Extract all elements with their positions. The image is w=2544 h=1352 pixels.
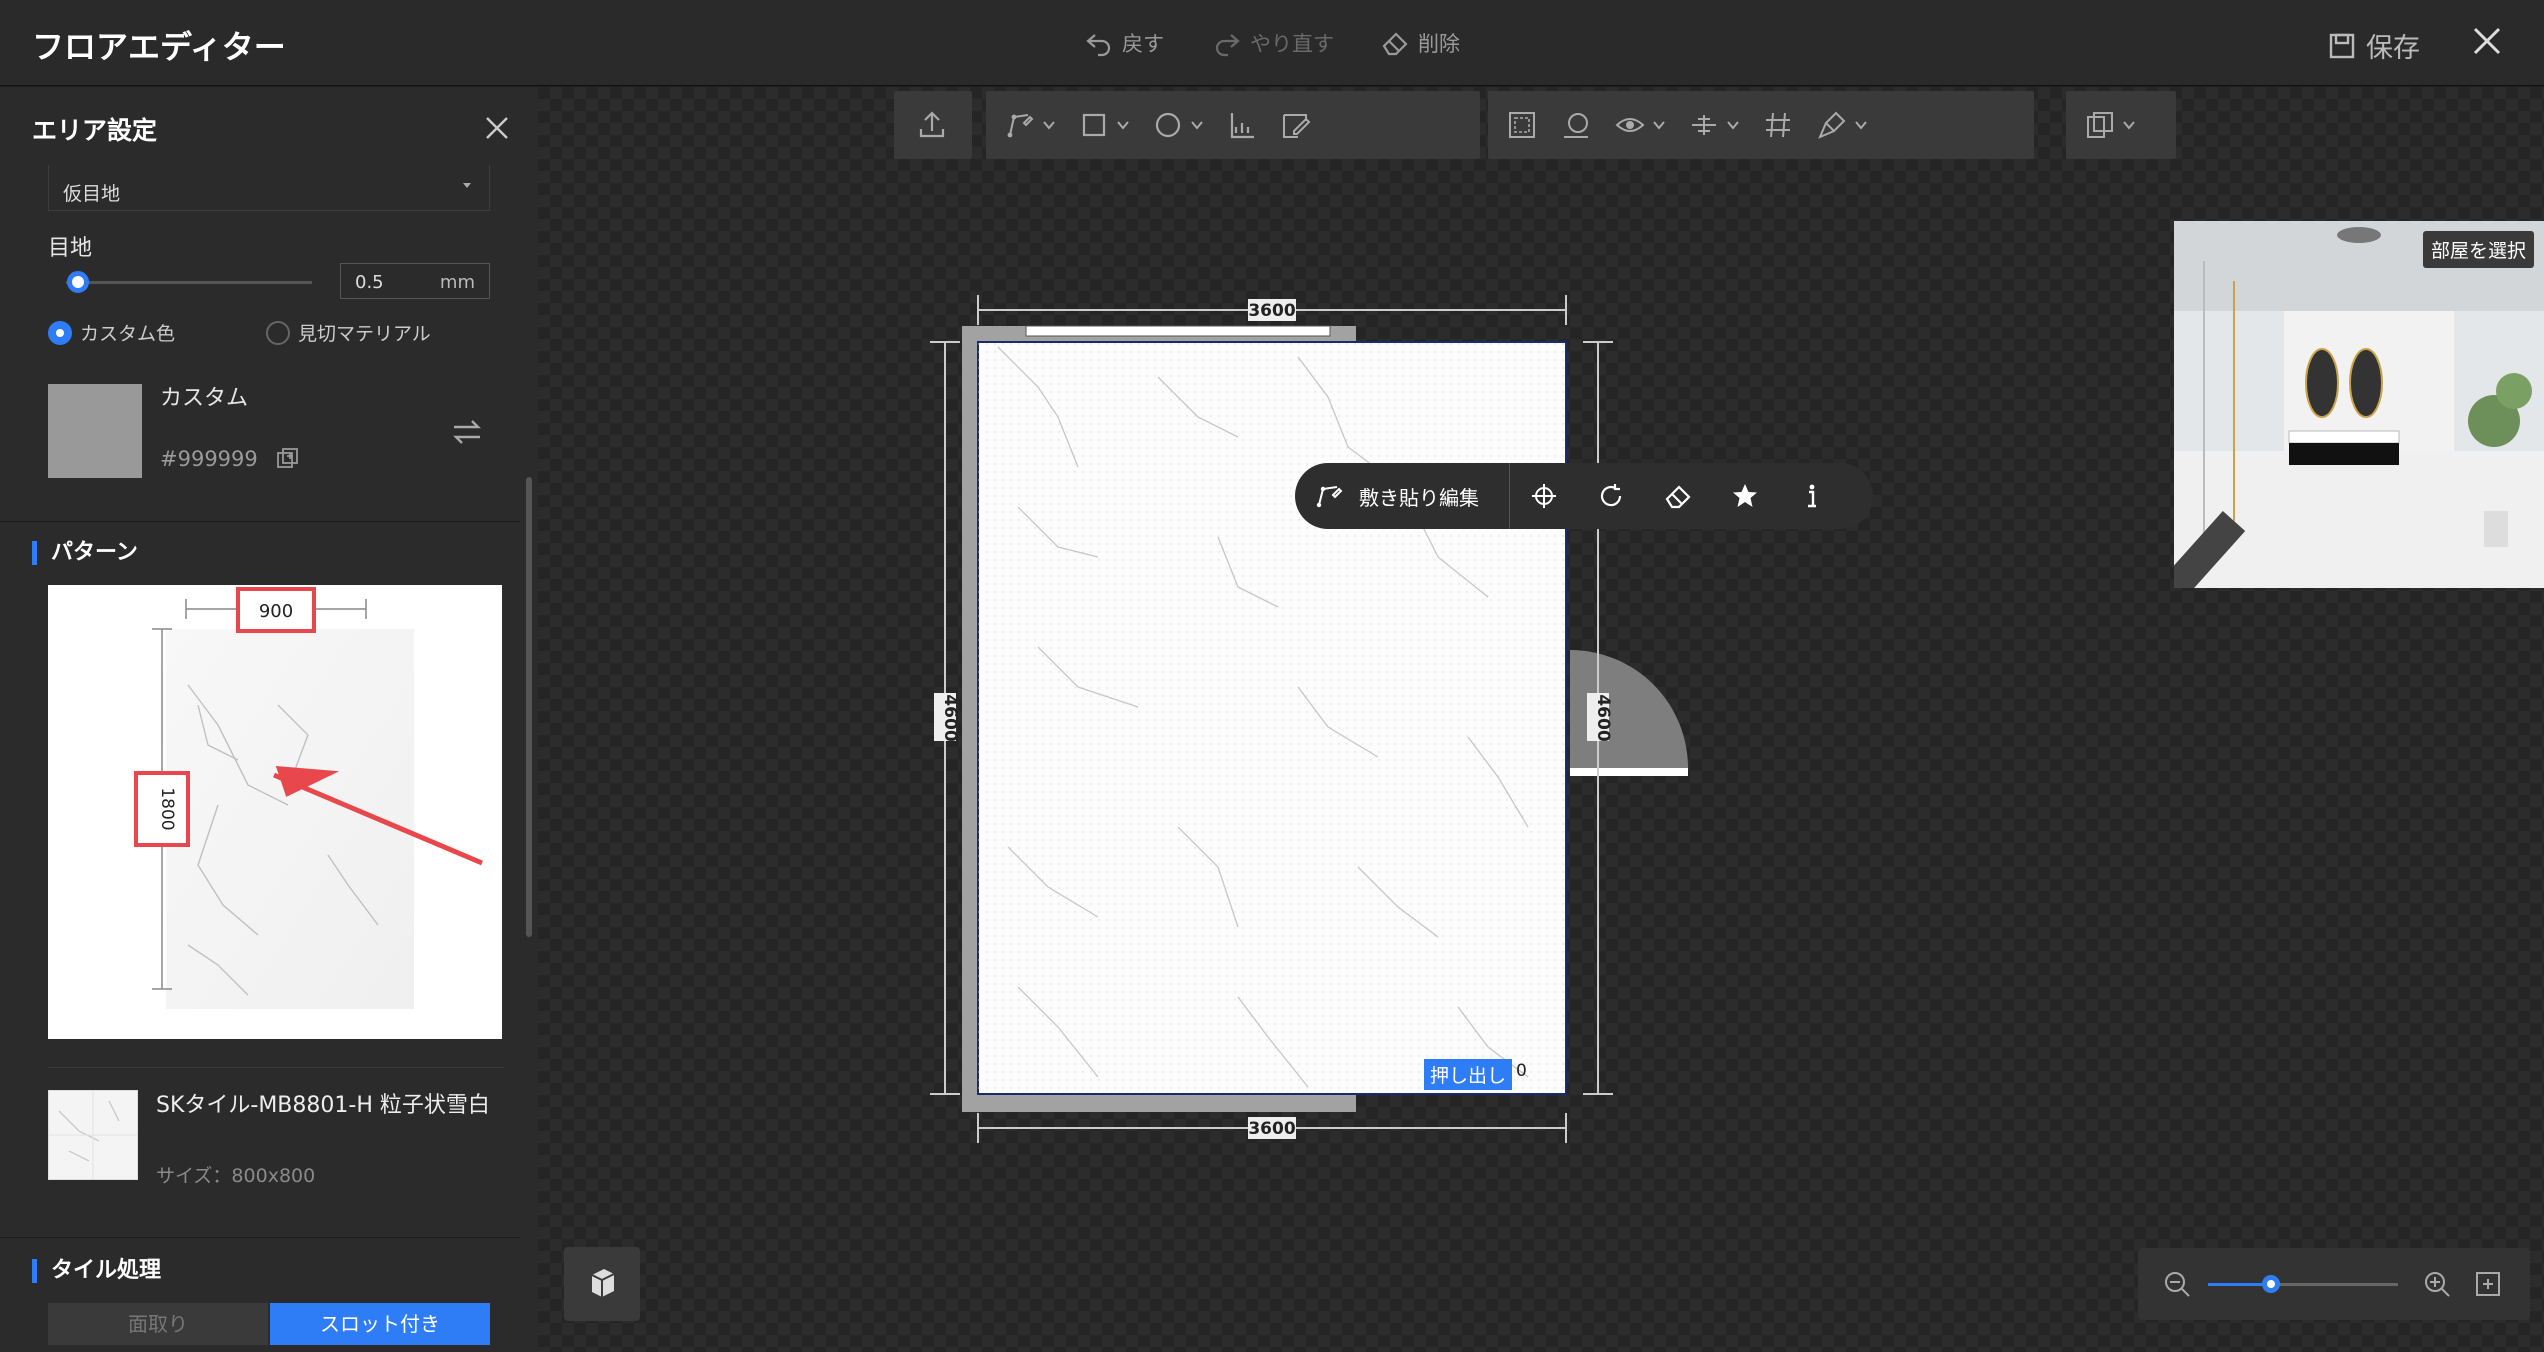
paving-edit-label: 敷き貼り編集	[1359, 485, 1479, 510]
redo-button[interactable]: やり直す	[1212, 28, 1334, 58]
dim-top-label: 3600	[1248, 301, 1295, 321]
info-button[interactable]	[1778, 481, 1845, 511]
radio-cut-material-label: 見切マテリアル	[298, 323, 431, 345]
slotted-button[interactable]: スロット付き	[270, 1303, 490, 1345]
save-label: 保存	[2366, 33, 2420, 64]
copy-icon[interactable]	[276, 447, 300, 471]
window[interactable]	[1025, 325, 1331, 337]
rotate-button[interactable]	[1577, 481, 1644, 511]
joint-slider-handle[interactable]	[67, 271, 90, 293]
joint-unit: mm	[439, 272, 475, 293]
divider	[0, 1237, 520, 1238]
tile-thumbnail[interactable]	[48, 1090, 138, 1180]
eraser-icon	[1382, 32, 1408, 56]
tile-name: SKタイル-MB8801-H 粒子状雪白	[156, 1093, 490, 1118]
info-icon	[1807, 484, 1816, 508]
paving-edit-button[interactable]: 敷き貼り編集	[1295, 463, 1510, 529]
crosshair-icon	[1531, 484, 1556, 508]
eraser-icon	[1665, 485, 1691, 509]
dim-left-label: 4600	[940, 694, 960, 741]
radio-custom-color-label: カスタム色	[80, 323, 176, 345]
radio-unchecked-icon	[266, 320, 290, 345]
tile-processing-section-title: タイル処理	[32, 1259, 161, 1283]
position-button[interactable]	[1510, 481, 1577, 511]
preview-render	[2174, 221, 2544, 588]
color-hex-row: #999999	[160, 447, 300, 471]
radio-checked-icon	[48, 320, 72, 345]
pattern-height-label: 1800	[157, 787, 177, 830]
floor-canvas[interactable]: 3600 3600 4600 4600 敷き貼り編集 押し出し 0 部屋を選択	[538, 87, 2544, 1352]
chamfer-button[interactable]: 面取り	[48, 1303, 268, 1345]
delete-label: 削除	[1418, 32, 1460, 56]
zoom-control	[2138, 1248, 2530, 1320]
grout-type-value: 仮目地	[63, 183, 121, 205]
undo-button[interactable]: 戻す	[1084, 28, 1164, 58]
fit-view-icon[interactable]	[2474, 1270, 2502, 1298]
joint-slider[interactable]	[66, 281, 312, 284]
zoom-in-icon[interactable]	[2422, 1269, 2452, 1299]
extrude-value[interactable]: 0	[1516, 1061, 1527, 1081]
pattern-section-title: パターン	[32, 541, 138, 565]
pattern-diagram: 900 1800	[134, 587, 483, 1009]
cube-icon	[591, 1269, 615, 1297]
joint-width-value: 0.5	[355, 272, 384, 293]
tile-size: サイズ：800x800	[156, 1165, 316, 1187]
undo-icon	[1086, 34, 1111, 57]
caret-down-icon	[463, 183, 471, 188]
zoom-slider-handle[interactable]	[2261, 1275, 2280, 1293]
undo-label: 戻す	[1122, 32, 1164, 56]
select-room-button[interactable]: 部屋を選択	[2422, 231, 2534, 268]
color-swatch[interactable]	[48, 384, 142, 478]
floating-toolbar: 敷き貼り編集	[1295, 463, 1873, 529]
color-name: カスタム	[160, 386, 249, 411]
pen-path-icon	[1316, 486, 1343, 508]
extrude-label[interactable]: 押し出し	[1424, 1059, 1513, 1090]
divider	[0, 521, 520, 522]
grout-type-select[interactable]: 仮目地	[48, 165, 490, 211]
color-hex: #999999	[160, 447, 258, 471]
top-bar: フロアエディター 戻す やり直す 削除 保存	[0, 0, 2544, 86]
close-icon[interactable]	[484, 115, 510, 141]
joint-width-input[interactable]: 0.5 mm	[340, 263, 490, 299]
redo-label: やり直す	[1250, 32, 1334, 56]
favorite-button[interactable]	[1711, 481, 1778, 511]
save-button[interactable]: 保存	[2328, 26, 2420, 65]
view-3d-button[interactable]	[564, 1247, 640, 1321]
close-icon[interactable]	[2470, 24, 2504, 58]
joint-label: 目地	[48, 236, 93, 261]
dim-bottom-label: 3600	[1248, 1119, 1295, 1139]
radio-custom-color[interactable]: カスタム色	[48, 319, 175, 346]
rotate-icon	[1600, 484, 1621, 507]
dim-right-label: 4600	[1593, 694, 1613, 741]
app-title: フロアエディター	[32, 28, 286, 66]
save-icon	[2329, 33, 2355, 58]
zoom-out-icon[interactable]	[2162, 1269, 2192, 1299]
panel-scrollbar[interactable]	[526, 477, 532, 937]
swap-icon[interactable]	[450, 417, 484, 447]
pattern-width-label: 900	[259, 601, 293, 622]
delete-button[interactable]: 削除	[1380, 28, 1460, 58]
divider	[48, 1067, 504, 1068]
area-settings-panel: エリア設定 仮目地 目地 0.5 mm カスタム色 見切マテリアル カスタム #…	[0, 87, 538, 1352]
door-leaf[interactable]	[1570, 768, 1688, 776]
erase-button[interactable]	[1644, 481, 1711, 511]
star-icon	[1732, 484, 1757, 507]
pattern-preview[interactable]: 900 1800	[48, 585, 502, 1039]
room-3d-preview[interactable]: 部屋を選択	[2174, 221, 2544, 588]
panel-title: エリア設定	[32, 116, 158, 145]
redo-icon	[1215, 34, 1240, 57]
radio-cut-material[interactable]: 見切マテリアル	[266, 319, 431, 346]
